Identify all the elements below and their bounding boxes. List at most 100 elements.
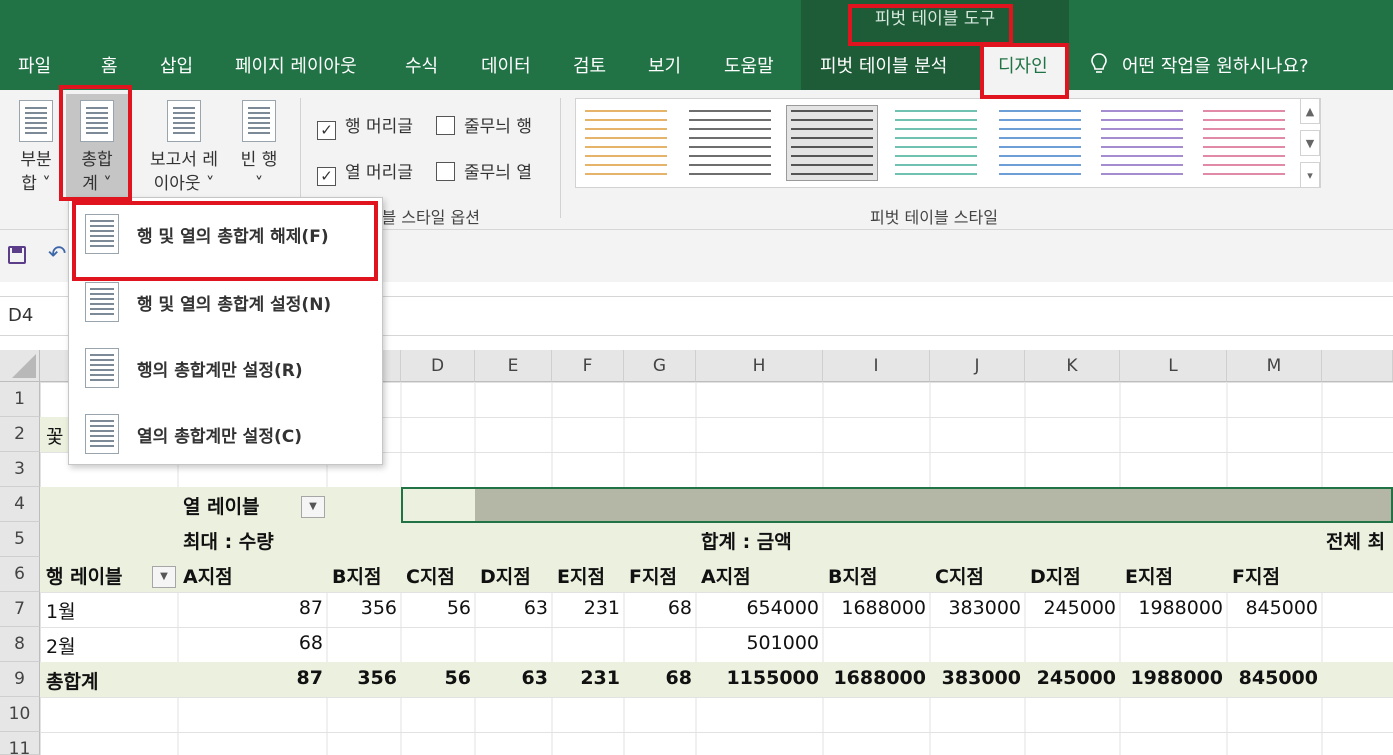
column-header-j[interactable]: J <box>930 350 1025 382</box>
cell-value: 1688000 <box>833 667 926 689</box>
report-layout-label-2: 이아웃 ˅ <box>153 174 215 194</box>
cell-value: 68 <box>298 632 323 654</box>
highlight-box <box>848 4 1013 46</box>
select-all-button[interactable] <box>0 350 40 382</box>
cell-value: 654000 <box>746 597 819 619</box>
tell-me-box[interactable]: 어떤 작업을 원하시나요? <box>1090 52 1309 78</box>
tab-insert[interactable]: 삽입 <box>160 52 193 78</box>
cell-value: 68 <box>665 667 692 689</box>
subtotals-button[interactable]: 부분 합 ˅ <box>12 100 60 200</box>
column-header-i[interactable]: I <box>823 350 930 382</box>
column-header-e[interactable]: E <box>475 350 552 382</box>
tab-view[interactable]: 보기 <box>648 52 681 78</box>
menu-item-label: 행 및 열의 총합계 설정(N) <box>137 295 332 315</box>
gallery-more-icon[interactable]: ▾ <box>1300 162 1320 188</box>
tab-page-layout[interactable]: 페이지 레이아웃 <box>235 52 357 78</box>
column-header-f[interactable]: F <box>552 350 624 382</box>
gallery-down-icon[interactable]: ▼ <box>1300 130 1320 156</box>
header-amt-f: F지점 <box>1232 566 1280 588</box>
tab-pivot-analyze[interactable]: 피벗 테이블 분석 <box>820 52 947 78</box>
column-header-k[interactable]: K <box>1025 350 1120 382</box>
header-qty-b: B지점 <box>332 566 382 588</box>
cell-value: 383000 <box>948 597 1021 619</box>
group-divider <box>560 98 561 218</box>
undo-icon[interactable]: ↶ <box>48 242 66 267</box>
pivot-style-swatch[interactable] <box>890 105 982 181</box>
tab-review[interactable]: 검토 <box>573 52 606 78</box>
blank-rows-label-1: 빈 행 <box>240 150 278 170</box>
cell-value: 845000 <box>1238 667 1318 689</box>
pivot-styles-group-label: 피벗 테이블 스타일 <box>870 208 998 227</box>
menu-item-cols-only[interactable]: 열의 총합계만 설정(C) <box>69 402 382 466</box>
report-layout-button[interactable]: 보고서 레 이아웃 ˅ <box>142 100 226 200</box>
subtotals-label-1: 부분 <box>20 150 52 170</box>
tab-file[interactable]: 파일 <box>18 52 51 78</box>
header-amt-e: E지점 <box>1125 566 1173 588</box>
row-labels-filter-button[interactable]: ▼ <box>152 566 176 588</box>
banded-cols-label: 줄무늬 열 <box>464 163 532 183</box>
column-header-l[interactable]: L <box>1120 350 1227 382</box>
cell-value: 356 <box>360 597 397 619</box>
banded-rows-label: 줄무늬 행 <box>464 117 532 137</box>
cell-value: 1688000 <box>841 597 926 619</box>
cell-value: 56 <box>446 597 471 619</box>
report-layout-icon <box>167 100 201 142</box>
grand-total-max-header: 전체 최 <box>1326 531 1386 553</box>
col-headers-checkbox[interactable]: ✓ 열 머리글 <box>317 158 413 186</box>
column-header[interactable] <box>1322 350 1393 382</box>
cell-value: 383000 <box>941 667 1021 689</box>
header-amt-d: D지점 <box>1030 566 1081 588</box>
column-header-m[interactable]: M <box>1227 350 1322 382</box>
header-qty-d: D지점 <box>480 566 531 588</box>
cell-value: 1988000 <box>1138 597 1223 619</box>
blank-rows-button[interactable]: 빈 행 ˅ <box>234 100 284 200</box>
max-qty-header: 최대 : 수량 <box>183 531 274 553</box>
pivot-style-swatch[interactable] <box>1096 105 1188 181</box>
menu-item-rows-only[interactable]: 행의 총합계만 설정(R) <box>69 336 382 400</box>
sum-amount-header: 합계 : 금액 <box>701 531 792 553</box>
column-labels-filter-button[interactable]: ▼ <box>301 496 325 518</box>
header-amt-a: A지점 <box>701 566 751 588</box>
gallery-up-icon[interactable]: ▲ <box>1300 98 1320 124</box>
banded-cols-checkbox[interactable]: 줄무늬 열 <box>436 158 532 183</box>
tab-data[interactable]: 데이터 <box>481 52 531 78</box>
cell-value: 1155000 <box>726 667 819 689</box>
save-icon[interactable] <box>8 246 26 264</box>
column-header-d[interactable]: D <box>401 350 475 382</box>
checkbox-unchecked-icon <box>436 116 455 135</box>
header-qty-c: C지점 <box>406 566 455 588</box>
checkbox-checked-icon: ✓ <box>317 121 336 140</box>
menu-item-label: 행의 총합계만 설정(R) <box>137 361 303 381</box>
excel-window: 피벗 테이블 도구 파일 홈 삽입 페이지 레이아웃 수식 데이터 검토 보기 … <box>0 0 1393 755</box>
tab-help[interactable]: 도움말 <box>724 52 774 78</box>
cell-value: 231 <box>583 597 620 619</box>
row-headers-label: 행 머리글 <box>345 117 413 137</box>
highlight-box <box>72 201 378 281</box>
cell-value: 245000 <box>1036 667 1116 689</box>
pivot-style-swatch[interactable] <box>994 105 1086 181</box>
row-headers-checkbox[interactable]: ✓ 행 머리글 <box>317 112 413 140</box>
cell-value: 501000 <box>746 632 819 654</box>
cell-value: 845000 <box>1245 597 1318 619</box>
banded-rows-checkbox[interactable]: 줄무늬 행 <box>436 112 532 137</box>
highlight-box <box>59 85 132 201</box>
cell-value: 63 <box>521 667 548 689</box>
selected-range[interactable] <box>401 487 1393 523</box>
tab-formulas[interactable]: 수식 <box>405 52 438 78</box>
column-header-g[interactable]: G <box>624 350 696 382</box>
name-box[interactable]: D4 <box>8 305 33 326</box>
checkbox-unchecked-icon <box>436 162 455 181</box>
highlight-box <box>980 43 1069 99</box>
column-header-h[interactable]: H <box>696 350 823 382</box>
pivot-style-swatch-selected[interactable] <box>786 105 878 181</box>
pivot-style-swatch[interactable] <box>580 105 672 181</box>
pivot-style-swatch[interactable] <box>1198 105 1290 181</box>
subtotals-label-2: 합 ˅ <box>21 174 51 194</box>
cell-value: 1988000 <box>1130 667 1223 689</box>
lightbulb-icon <box>1091 53 1107 73</box>
pivot-style-swatch[interactable] <box>684 105 776 181</box>
cell-a2: 꽃 <box>46 426 64 448</box>
tab-home[interactable]: 홈 <box>101 52 118 78</box>
grand-total-label: 총합계 <box>46 671 99 693</box>
grand-totals-rows-icon <box>85 348 119 388</box>
